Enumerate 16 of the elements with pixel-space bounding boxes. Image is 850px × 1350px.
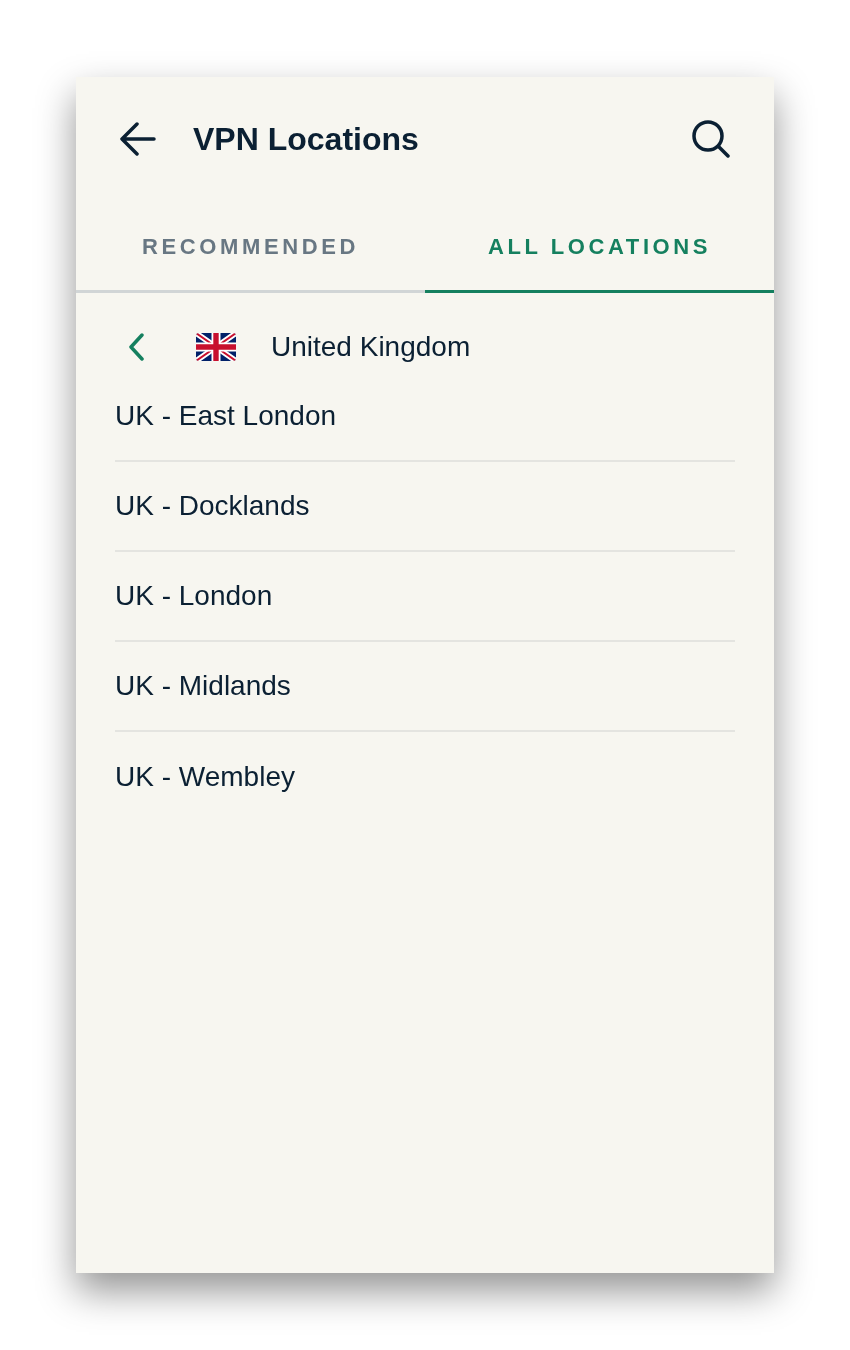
country-name: United Kingdom	[271, 333, 471, 361]
location-item[interactable]: UK - Midlands	[115, 642, 735, 732]
back-chevron-button[interactable]	[126, 333, 146, 361]
location-item[interactable]: UK - Wembley	[115, 732, 735, 822]
tab[interactable]: ALL LOCATIONS	[425, 200, 774, 293]
tab[interactable]: RECOMMENDED	[76, 200, 425, 293]
search-icon	[692, 119, 730, 158]
chevron-left-icon	[128, 333, 144, 361]
location-item[interactable]: UK - London	[115, 552, 735, 642]
flag-icon	[196, 333, 236, 361]
search-button[interactable]	[692, 119, 730, 158]
back-button[interactable]	[120, 121, 156, 156]
page-title: VPN Locations	[193, 122, 419, 155]
location-item[interactable]: UK - East London	[115, 372, 735, 462]
back-arrow-icon	[120, 121, 156, 156]
location-item[interactable]: UK - Docklands	[115, 462, 735, 552]
